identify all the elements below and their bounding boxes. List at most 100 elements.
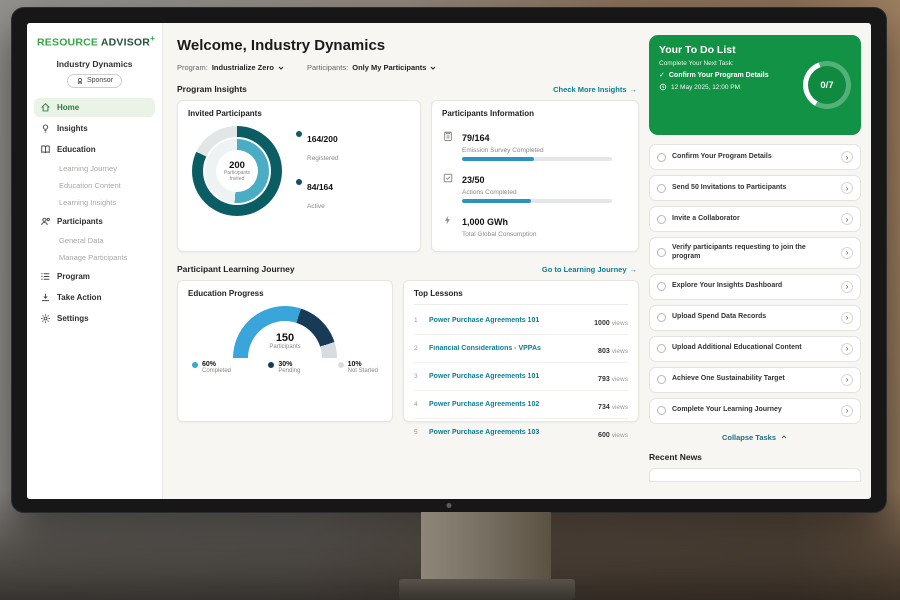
chevron-right-icon[interactable]: › [841, 213, 853, 225]
todo-title: Your To Do List [659, 44, 769, 56]
lesson-title-link[interactable]: Power Purchase Agreements 103 [429, 429, 591, 436]
learning-journey-title: Participant Learning Journey [177, 264, 295, 274]
views-word: views [612, 404, 628, 411]
lesson-rank: 3 [414, 373, 422, 380]
todo-next-task-label: Confirm Your Program Details [669, 72, 769, 79]
sidebar-item-general-data[interactable]: General Data [34, 233, 155, 248]
task-row[interactable]: Achieve One Sustainability Target › [649, 367, 861, 393]
card-title: Invited Participants [188, 109, 410, 118]
lightbulb-icon [40, 123, 51, 134]
lesson-title-link[interactable]: Power Purchase Agreements 101 [429, 317, 587, 324]
task-checkbox[interactable] [657, 282, 666, 291]
gauge-center-label: Participants [188, 344, 382, 350]
sidebar-item-settings[interactable]: Settings [34, 309, 155, 328]
task-row[interactable]: Explore Your Insights Dashboard › [649, 274, 861, 300]
actions-progress-bar [462, 199, 612, 203]
legend-label: Registered [307, 155, 338, 162]
participants-information-card: Participants Information 79/164 Emission… [431, 100, 639, 252]
participants-filter: Participants: Only My Participants [307, 63, 437, 72]
chevron-down-icon [429, 64, 437, 72]
gear-icon [40, 313, 51, 324]
task-row[interactable]: Confirm Your Program Details › [649, 144, 861, 170]
info-label: Emission Survey Completed [462, 147, 612, 154]
education-progress-card: Education Progress 150 Participants 60% … [177, 280, 393, 422]
sidebar-item-take-action[interactable]: Take Action [34, 288, 155, 307]
chevron-right-icon[interactable]: › [841, 405, 853, 417]
task-row[interactable]: Upload Additional Educational Content › [649, 336, 861, 362]
sidebar-item-label: Learning Insights [59, 198, 116, 207]
chevron-right-icon[interactable]: › [841, 182, 853, 194]
monitor-stand-neck [421, 512, 551, 582]
task-checkbox[interactable] [657, 153, 666, 162]
info-value: 23/50 [462, 175, 485, 185]
views-word: views [612, 432, 628, 439]
todo-progress-ring: 0/7 [803, 61, 851, 109]
sidebar-item-home[interactable]: Home [34, 98, 155, 117]
chevron-right-icon[interactable]: › [841, 247, 853, 259]
filters-bar: Program: Industrialize Zero Participants… [177, 63, 639, 72]
legend-dot [296, 131, 302, 137]
legend-dot [268, 362, 274, 368]
lesson-title-link[interactable]: Power Purchase Agreements 102 [429, 401, 591, 408]
chevron-right-icon[interactable]: › [841, 151, 853, 163]
sidebar-item-education[interactable]: Education [34, 140, 155, 159]
task-checkbox[interactable] [657, 215, 666, 224]
legend-dot [192, 362, 198, 368]
task-checkbox[interactable] [657, 375, 666, 384]
sidebar-item-insights[interactable]: Insights [34, 119, 155, 138]
task-row[interactable]: Invite a Collaborator › [649, 206, 861, 232]
gauge-legend: 60% Completed 30% Pending 10% Not Starte… [188, 360, 382, 374]
arrow-right-icon: → [630, 85, 638, 94]
legend-dot [338, 362, 344, 368]
monitor-stand-base [399, 579, 575, 600]
task-label: Explore Your Insights Dashboard [672, 282, 835, 291]
sidebar-item-education-content[interactable]: Education Content [34, 178, 155, 193]
sidebar-item-learning-journey[interactable]: Learning Journey [34, 161, 155, 176]
participants-filter-dropdown[interactable]: Only My Participants [352, 63, 437, 72]
sidebar-item-label: Program [57, 272, 90, 281]
task-checkbox[interactable] [657, 248, 666, 257]
collapse-tasks-link[interactable]: Collapse Tasks [649, 433, 861, 442]
task-row[interactable]: Send 50 Invitations to Participants › [649, 175, 861, 201]
go-to-learning-journey-link[interactable]: Go to Learning Journey → [542, 265, 637, 274]
task-row[interactable]: Complete Your Learning Journey › [649, 398, 861, 424]
sidebar-item-label: Settings [57, 314, 89, 323]
program-insights-header: Program Insights Check More Insights → [177, 84, 637, 94]
dashboard-screen: RESOURCE ADVISOR+ Industry Dynamics Spon… [27, 23, 871, 499]
task-checkbox[interactable] [657, 184, 666, 193]
check-square-icon [442, 172, 454, 184]
todo-progress-value: 0/7 [808, 66, 846, 104]
users-icon [40, 216, 51, 227]
chevron-right-icon[interactable]: › [841, 281, 853, 293]
lesson-title-link[interactable]: Power Purchase Agreements 101 [429, 373, 591, 380]
sidebar: RESOURCE ADVISOR+ Industry Dynamics Spon… [27, 23, 163, 499]
sidebar-item-label: Learning Journey [59, 164, 117, 173]
task-label: Achieve One Sustainability Target [672, 375, 835, 384]
check-more-insights-link[interactable]: Check More Insights → [553, 85, 637, 94]
invited-participants-donut: 200 Participants Invited [192, 126, 282, 216]
power-led [447, 503, 452, 508]
task-row[interactable]: Verify participants requesting to join t… [649, 237, 861, 269]
sidebar-item-learning-insights[interactable]: Learning Insights [34, 195, 155, 210]
progress-fill [462, 157, 534, 161]
sidebar-item-participants[interactable]: Participants [34, 212, 155, 231]
program-filter-label: Program: [177, 63, 208, 72]
chevron-right-icon[interactable]: › [841, 312, 853, 324]
task-checkbox[interactable] [657, 344, 666, 353]
chevron-right-icon[interactable]: › [841, 343, 853, 355]
list-icon [40, 271, 51, 282]
sidebar-item-program[interactable]: Program [34, 267, 155, 286]
program-filter-dropdown[interactable]: Industrialize Zero [212, 63, 285, 72]
task-checkbox[interactable] [657, 406, 666, 415]
program-filter-value: Industrialize Zero [212, 63, 274, 72]
clipboard-icon [442, 130, 454, 142]
program-insights-title: Program Insights [177, 84, 247, 94]
task-checkbox[interactable] [657, 313, 666, 322]
task-row[interactable]: Upload Spend Data Records › [649, 305, 861, 331]
chevron-right-icon[interactable]: › [841, 374, 853, 386]
sidebar-item-manage-participants[interactable]: Manage Participants [34, 250, 155, 265]
logo-part1: RESOURCE [37, 37, 98, 49]
progress-fill [462, 199, 531, 203]
lesson-title-link[interactable]: Financial Considerations - VPPAs [429, 345, 591, 352]
gauge-center: 150 Participants [188, 332, 382, 350]
